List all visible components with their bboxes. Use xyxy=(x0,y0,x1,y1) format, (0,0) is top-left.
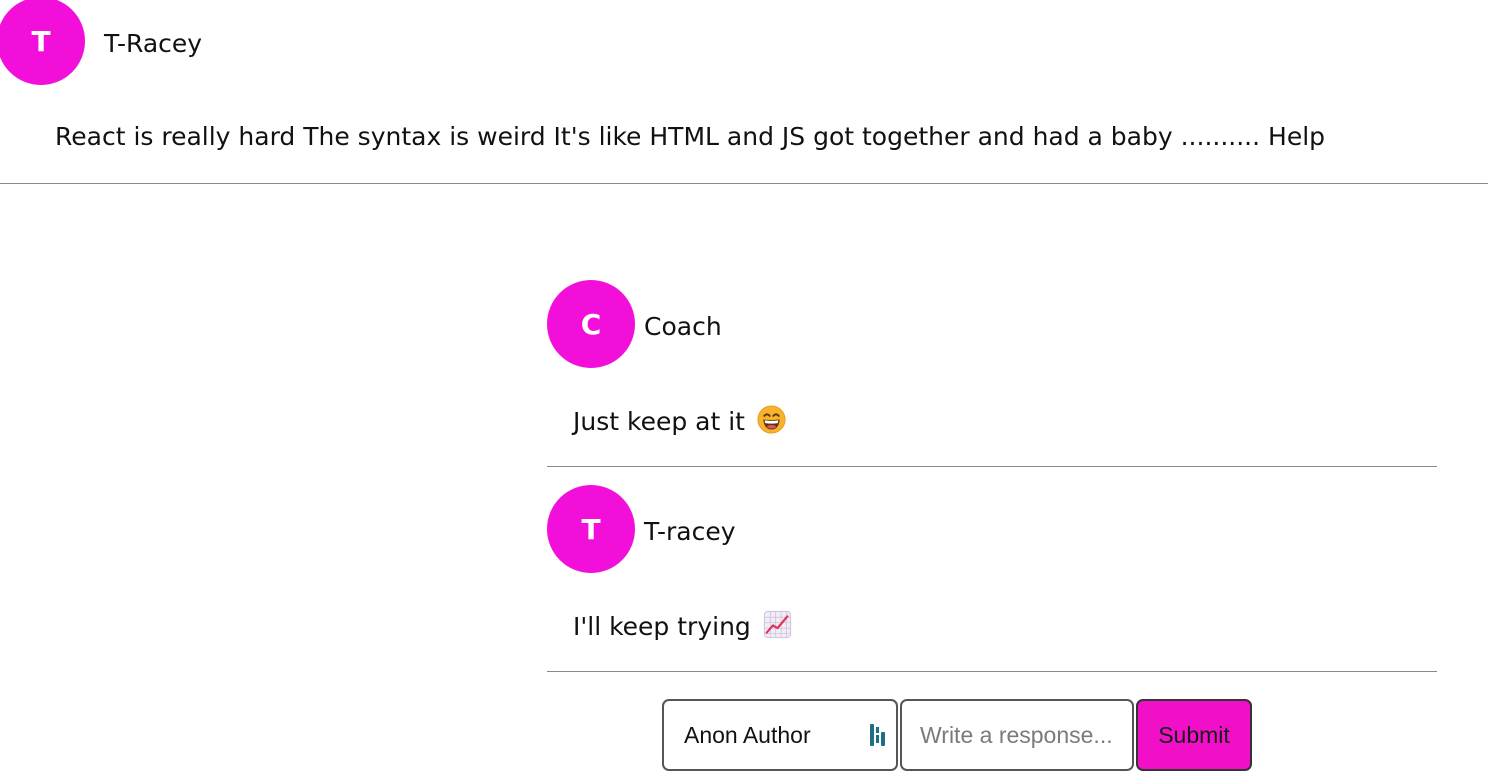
reply-item: C Coach Just keep at it xyxy=(547,280,1437,467)
avatar: C xyxy=(547,280,635,368)
avatar: T xyxy=(0,0,85,85)
reply-body: Just keep at it xyxy=(573,405,786,436)
reply-author: Coach xyxy=(644,312,722,341)
password-manager-icon[interactable] xyxy=(868,723,888,747)
response-input[interactable] xyxy=(900,699,1134,771)
author-field-wrapper xyxy=(662,699,898,771)
grinning-face-with-smiling-eyes-icon xyxy=(757,405,786,434)
submit-button[interactable]: Submit xyxy=(1136,699,1252,771)
post-author: T-Racey xyxy=(104,29,203,58)
response-form: Submit xyxy=(662,699,1252,771)
reply-item: T T-racey I'll keep trying xyxy=(547,485,1437,672)
reply-author: T-racey xyxy=(644,517,736,546)
reply-text: Just keep at it xyxy=(573,407,745,436)
post: T T-Racey React is really hard The synta… xyxy=(0,0,1488,184)
post-body: React is really hard The syntax is weird… xyxy=(55,122,1326,151)
reply-text: I'll keep trying xyxy=(573,612,751,641)
chart-increasing-icon xyxy=(763,610,791,639)
avatar: T xyxy=(547,485,635,573)
reply-body: I'll keep trying xyxy=(573,610,792,641)
author-input[interactable] xyxy=(662,699,898,771)
